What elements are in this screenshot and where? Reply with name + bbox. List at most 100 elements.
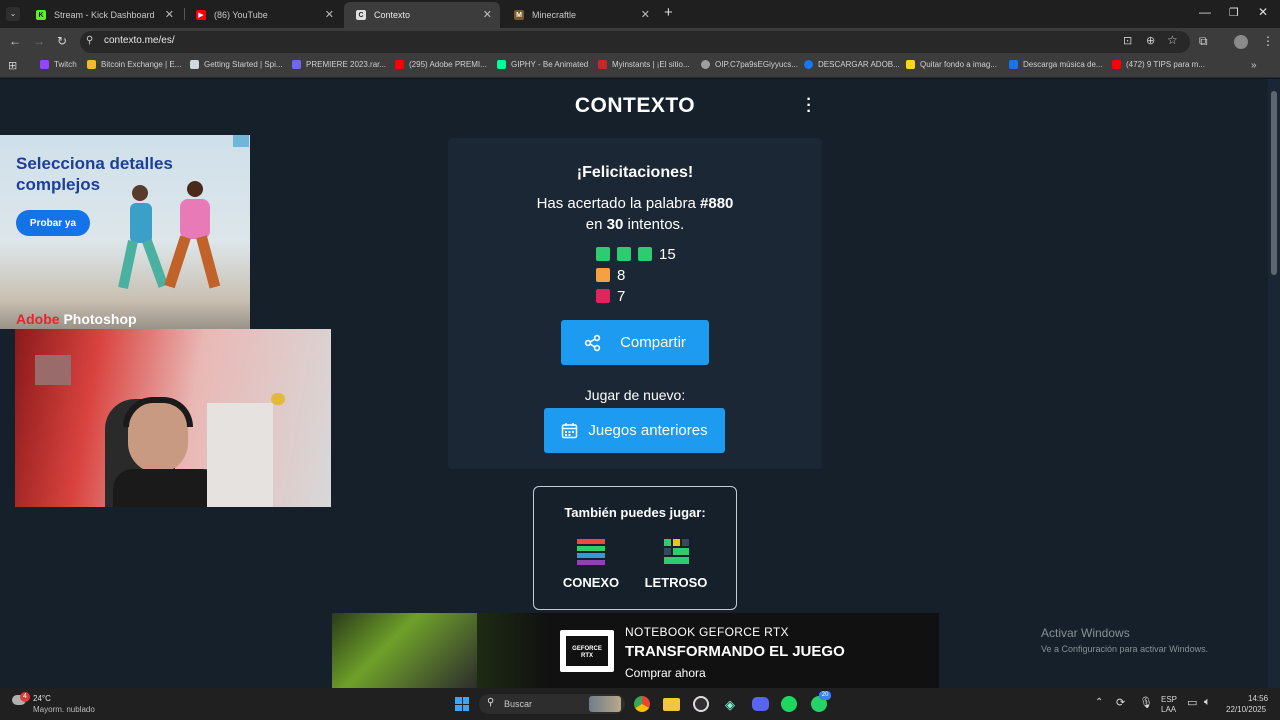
- facebook-icon: [804, 60, 813, 69]
- new-tab-button[interactable]: +: [664, 4, 673, 21]
- streamlabs-icon[interactable]: ◈: [725, 697, 735, 713]
- bookmark-star-icon[interactable]: ☆: [1167, 33, 1178, 47]
- weather-widget[interactable]: 4 24°C Mayorm. nublado: [8, 692, 108, 716]
- geforce-logo-inner: GEFORCE RTX: [566, 636, 608, 666]
- menu-icon[interactable]: ⋮: [1262, 34, 1274, 48]
- bookmark-adobe-premiere[interactable]: (295) Adobe PREMI...: [395, 60, 487, 69]
- chevron-up-icon[interactable]: ⌃: [1095, 697, 1103, 708]
- site-info-icon[interactable]: ⚲: [86, 35, 93, 46]
- obs-icon[interactable]: [693, 696, 709, 712]
- previous-games-button[interactable]: Juegos anteriores: [544, 408, 725, 453]
- more-options-icon[interactable]: · · ·: [804, 92, 814, 120]
- start-button[interactable]: [455, 697, 469, 711]
- chrome-icon[interactable]: [634, 696, 650, 712]
- photoshop-ad[interactable]: Selecciona detalles complejos Probar ya …: [0, 135, 250, 329]
- previous-games-label: Juegos anteriores: [588, 422, 708, 439]
- window-close-button[interactable]: ✕: [1258, 5, 1268, 19]
- taskbar-search[interactable]: ⚲ Buscar: [479, 694, 625, 714]
- bookmark-spine[interactable]: Getting Started | Spi...: [190, 60, 283, 69]
- network-icon[interactable]: ▭: [1187, 696, 1197, 709]
- search-highlight-image: [589, 696, 621, 712]
- share-button[interactable]: Compartir: [561, 320, 709, 365]
- bookmark-label: (295) Adobe PREMI...: [409, 60, 487, 69]
- windows-taskbar: 4 24°C Mayorm. nublado ⚲ Buscar ◈ 20 ⌃ ⟳…: [0, 688, 1280, 720]
- zoom-icon[interactable]: ⊕: [1146, 34, 1155, 47]
- bookmark-quitar-fondo[interactable]: Quitar fondo a imag...: [906, 60, 997, 69]
- bookmark-oip[interactable]: OIP.C7pa9sEGiyyucs...: [701, 60, 798, 69]
- stat-row-red: 7: [596, 288, 625, 305]
- weather-badge: 4: [20, 692, 30, 702]
- bookmarks-bar: ⊞ Twitch Bitcoin Exchange | E... Getting…: [0, 56, 1280, 78]
- restore-button[interactable]: ❐: [1229, 6, 1239, 19]
- youtube-icon: ▶: [196, 10, 206, 20]
- apps-grid-icon[interactable]: ⊞: [8, 59, 17, 72]
- language-code[interactable]: ESP: [1161, 695, 1177, 704]
- tab-minecraftle[interactable]: M Minecraftle ✕: [502, 2, 658, 28]
- close-icon[interactable]: ✕: [325, 8, 334, 21]
- address-bar[interactable]: ⚲ contexto.me/es/ ⊡ ⊕ ☆: [80, 31, 1190, 53]
- ad-brand: Adobe Photoshop: [16, 311, 137, 327]
- tab-contexto[interactable]: C Contexto ✕: [344, 2, 500, 28]
- result-card: ¡Felicitaciones! Has acertado la palabra…: [448, 138, 822, 469]
- tab-youtube[interactable]: ▶ (86) YouTube ✕: [184, 2, 342, 28]
- bookmark-giphy[interactable]: GIPHY - Be Animated: [497, 60, 588, 69]
- reload-icon[interactable]: ↻: [57, 34, 67, 48]
- close-icon[interactable]: ✕: [165, 8, 174, 21]
- browser-toolbar: ← → ↻ ⚲ contexto.me/es/ ⊡ ⊕ ☆ ⧉ ⋮: [0, 28, 1280, 56]
- minecraftle-icon: M: [514, 10, 524, 20]
- bookmark-myinstants[interactable]: Myinstants | ¡El sitio...: [598, 60, 690, 69]
- webcam-overlay: [15, 329, 331, 507]
- anime-poster: [207, 403, 273, 507]
- sync-icon[interactable]: ⟳: [1116, 696, 1125, 709]
- windows-logo-tile: [455, 704, 462, 711]
- forward-icon[interactable]: →: [33, 34, 45, 48]
- discord-icon[interactable]: [752, 697, 769, 711]
- search-placeholder: Buscar: [504, 699, 533, 709]
- whatsapp-badge: 20: [819, 691, 831, 700]
- page-title: CONTEXTO: [574, 94, 696, 117]
- spotify-icon[interactable]: [781, 696, 797, 712]
- clock-date[interactable]: 22/10/2025: [1226, 705, 1266, 714]
- profile-avatar[interactable]: [1234, 35, 1248, 49]
- also-play-title: También puedes jugar:: [564, 505, 706, 520]
- minimize-button[interactable]: —: [1199, 5, 1211, 19]
- browser-tab-strip: ⌄ K Stream - Kick Dashboard ✕ ▶ (86) You…: [0, 0, 1280, 28]
- bookmark-descarga-musica[interactable]: Descarga música de...: [1009, 60, 1103, 69]
- file-explorer-icon[interactable]: [663, 698, 680, 711]
- nvidia-ad[interactable]: GEFORCE RTX NOTEBOOK GEFORCE RTX TRANSFO…: [332, 613, 939, 688]
- ad-choices-icon[interactable]: [233, 135, 249, 147]
- volume-icon[interactable]: 🔈︎: [1204, 696, 1211, 709]
- tab-search-button[interactable]: ⌄: [6, 7, 20, 21]
- red-square: [596, 289, 610, 303]
- close-icon[interactable]: ✕: [641, 8, 650, 21]
- microphone-icon[interactable]: 🎙︎: [1139, 696, 1153, 709]
- try-now-button[interactable]: Probar ya: [16, 210, 90, 236]
- tab-label: Minecraftle: [532, 10, 577, 20]
- attempts-suffix: intentos.: [623, 216, 685, 233]
- page-scrollbar[interactable]: [1268, 79, 1280, 688]
- buy-now-link[interactable]: Comprar ahora: [625, 666, 706, 680]
- more-bookmarks-icon[interactable]: »: [1251, 60, 1257, 71]
- clock-time[interactable]: 14:56: [1248, 694, 1268, 703]
- globe-icon: [701, 60, 710, 69]
- green-square: [617, 247, 631, 261]
- back-icon[interactable]: ←: [9, 34, 21, 48]
- extensions-icon[interactable]: ⧉: [1199, 34, 1208, 49]
- scrollbar-thumb[interactable]: [1271, 91, 1277, 275]
- binance-icon: [87, 60, 96, 69]
- bookmark-descargar-adobe[interactable]: DESCARGAR ADOB...: [804, 60, 900, 69]
- bookmark-label: DESCARGAR ADOB...: [818, 60, 900, 69]
- bookmark-bitcoin[interactable]: Bitcoin Exchange | E...: [87, 60, 181, 69]
- stat-count: 8: [617, 266, 626, 284]
- giphy-icon: [497, 60, 506, 69]
- weather-temp: 24°C: [33, 694, 51, 703]
- language-layout[interactable]: LAA: [1161, 705, 1176, 714]
- close-icon[interactable]: ✕: [483, 8, 492, 21]
- bookmark-twitch[interactable]: Twitch: [40, 60, 77, 69]
- tab-kick-dashboard[interactable]: K Stream - Kick Dashboard ✕: [24, 2, 182, 28]
- bookmark-9-tips[interactable]: (472) 9 TIPS para m...: [1112, 60, 1205, 69]
- bookmark-premiere[interactable]: PREMIERE 2023.rar...: [292, 60, 386, 69]
- share-label: Compartir: [620, 334, 686, 351]
- install-app-icon[interactable]: ⊡: [1123, 34, 1132, 47]
- bookmark-label: Bitcoin Exchange | E...: [101, 60, 182, 69]
